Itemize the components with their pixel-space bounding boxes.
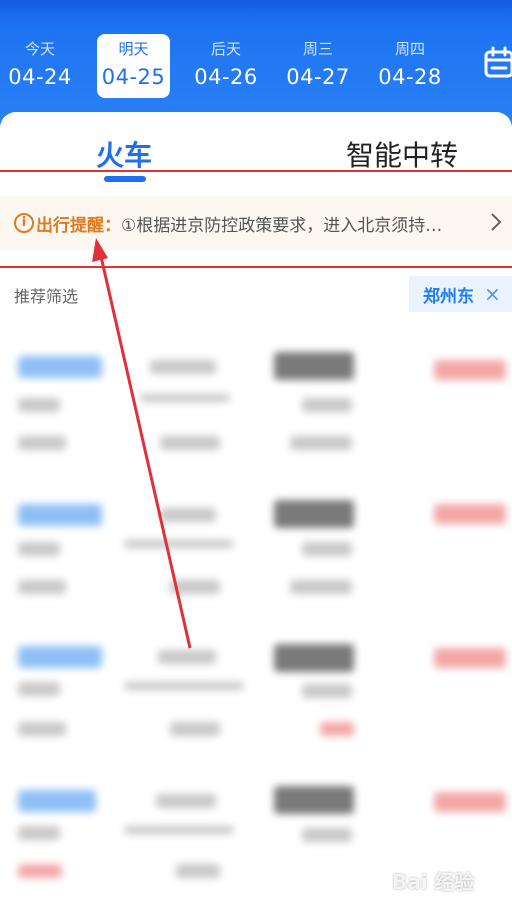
- train-result-card[interactable]: [0, 490, 512, 620]
- date-tab-date: 04-26: [194, 65, 258, 89]
- date-tab-date: 04-27: [286, 65, 350, 89]
- date-tab-date: 04-28: [378, 65, 442, 89]
- travel-notice[interactable]: i 出行提醒： ①根据进京防控政策要求，进入北京须持…: [0, 196, 512, 250]
- annotation-line-bottom: [0, 266, 512, 268]
- close-icon[interactable]: ×: [484, 282, 501, 306]
- date-tab-weekday: 后天: [210, 40, 241, 58]
- date-tab-today[interactable]: 今天 04-24: [0, 34, 80, 98]
- date-tab-weekday: 周四: [394, 40, 425, 58]
- train-results-list: [0, 322, 512, 915]
- date-tab-weekday: 今天: [24, 40, 55, 58]
- tab-smart-transfer[interactable]: 智能中转: [346, 134, 458, 174]
- filter-chip-station[interactable]: 郑州东 ×: [409, 276, 512, 312]
- tab-train[interactable]: 火车: [96, 134, 152, 174]
- chevron-right-icon[interactable]: [490, 212, 502, 232]
- date-tab-tomorrow[interactable]: 明天 04-25: [97, 34, 170, 98]
- baidu-jingyan-watermark: Bai 经验: [392, 870, 475, 894]
- date-header: 今天 04-24 明天 04-25 后天 04-26 周三 04-27 周四 0…: [0, 0, 512, 130]
- date-tab-wednesday[interactable]: 周三 04-27: [278, 34, 358, 98]
- header-top-blur: [0, 0, 512, 22]
- filter-label: 推荐筛选: [14, 287, 79, 306]
- tab-active-indicator: [104, 176, 146, 182]
- date-tab-day-after[interactable]: 后天 04-26: [186, 34, 266, 98]
- date-tab-weekday: 周三: [302, 40, 333, 58]
- filter-bar: 推荐筛选 郑州东 ×: [0, 270, 512, 316]
- filter-chip-label: 郑州东: [423, 286, 474, 307]
- train-result-card[interactable]: [0, 630, 512, 760]
- date-tab-date: 04-24: [8, 65, 72, 89]
- date-tab-weekday: 明天: [118, 40, 149, 58]
- date-tab-date: 04-25: [101, 65, 166, 89]
- notice-title: 出行提醒：: [36, 215, 121, 236]
- calendar-icon[interactable]: [483, 46, 512, 80]
- train-result-card[interactable]: [0, 330, 512, 460]
- notice-text: ①根据进京防控政策要求，进入北京须持…: [121, 215, 443, 236]
- date-tab-thursday[interactable]: 周四 04-28: [370, 34, 450, 98]
- info-icon: i: [14, 213, 34, 233]
- annotation-line-top: [0, 170, 512, 172]
